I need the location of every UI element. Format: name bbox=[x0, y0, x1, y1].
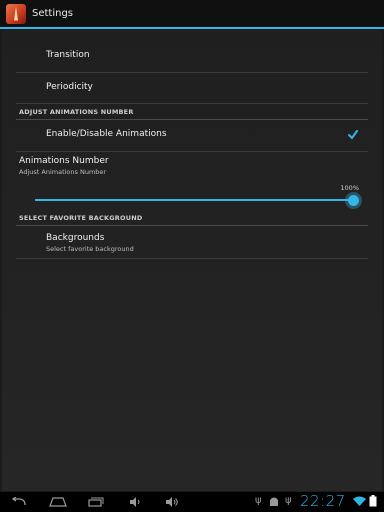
battery-icon bbox=[369, 495, 377, 507]
pref-enable-animations[interactable]: Enable/Disable Animations bbox=[46, 129, 368, 139]
usb-icon: ψ bbox=[285, 495, 292, 506]
volume-down-icon[interactable] bbox=[129, 497, 141, 507]
pref-enable-animations-label: Enable/Disable Animations bbox=[46, 129, 167, 139]
usb-icon: ψ bbox=[255, 495, 262, 506]
section-header-background: SELECT FAVORITE BACKGROUND bbox=[19, 214, 368, 222]
pref-animations-number[interactable]: Animations Number Adjust Animations Numb… bbox=[19, 156, 368, 176]
divider bbox=[16, 258, 368, 259]
pref-backgrounds[interactable]: Backgrounds Select favorite background bbox=[46, 233, 368, 253]
action-bar: Settings bbox=[0, 0, 384, 29]
clock: 22:27 bbox=[300, 492, 346, 510]
system-nav-bar: ψ ψ 22:27 bbox=[0, 491, 384, 512]
wifi-icon bbox=[353, 496, 366, 506]
back-icon[interactable] bbox=[11, 497, 27, 507]
app-icon[interactable] bbox=[6, 3, 26, 24]
checkbox-icon[interactable] bbox=[348, 130, 358, 140]
settings-list: Transition Periodicity ADJUST ANIMATIONS… bbox=[2, 30, 382, 492]
home-icon[interactable] bbox=[49, 497, 67, 507]
pref-animations-number-summary: Adjust Animations Number bbox=[19, 168, 107, 176]
volume-up-icon[interactable] bbox=[165, 497, 179, 507]
pref-backgrounds-summary: Select favorite background bbox=[46, 245, 134, 253]
pref-transition[interactable]: Transition bbox=[46, 50, 368, 60]
android-debug-icon bbox=[270, 497, 278, 506]
section-header-adjust: ADJUST ANIMATIONS NUMBER bbox=[19, 108, 368, 116]
section-header-background-label: SELECT FAVORITE BACKGROUND bbox=[19, 214, 143, 222]
divider bbox=[16, 151, 368, 152]
pref-periodicity[interactable]: Periodicity bbox=[46, 82, 368, 92]
animations-slider-thumb[interactable] bbox=[347, 194, 359, 206]
pref-backgrounds-label: Backgrounds bbox=[46, 233, 105, 243]
page-title: Settings bbox=[32, 8, 74, 19]
pref-transition-label: Transition bbox=[46, 50, 90, 60]
slider-value: 100% bbox=[340, 184, 359, 192]
recents-icon[interactable] bbox=[88, 497, 104, 507]
section-header-adjust-label: ADJUST ANIMATIONS NUMBER bbox=[19, 108, 134, 116]
divider bbox=[16, 103, 368, 104]
divider bbox=[16, 72, 368, 73]
pref-animations-number-label: Animations Number bbox=[19, 156, 109, 166]
divider bbox=[16, 119, 368, 120]
divider bbox=[16, 225, 368, 226]
animations-slider-track[interactable] bbox=[35, 199, 353, 201]
pref-periodicity-label: Periodicity bbox=[46, 82, 93, 92]
